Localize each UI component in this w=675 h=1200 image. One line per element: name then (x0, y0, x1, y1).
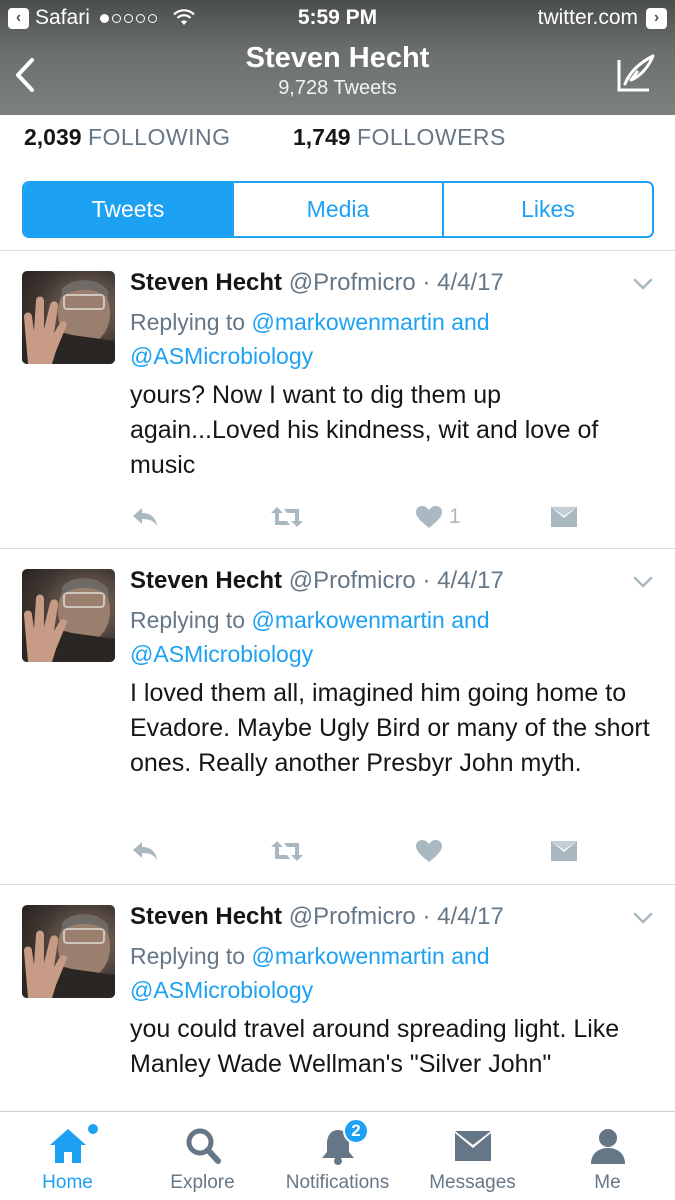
tweet-date: 4/4/17 (437, 567, 504, 594)
chevron-down-icon[interactable] (633, 277, 653, 291)
tabbar-home-label: Home (42, 1172, 93, 1193)
replying-to: Replying to @markowenmartin and @ASMicro… (130, 603, 650, 671)
tabbar-notifications-label: Notifications (285, 1172, 390, 1193)
replying-to: Replying to @markowenmartin and @ASMicro… (130, 939, 650, 1007)
like-button[interactable] (415, 835, 449, 867)
tabbar-explore[interactable]: Explore (135, 1112, 270, 1200)
tabbar-messages-label: Messages (429, 1172, 516, 1193)
mention-link[interactable]: @markowenmartin (251, 309, 444, 335)
heart-icon (416, 840, 442, 862)
retweet-icon (271, 507, 303, 527)
envelope-icon (551, 841, 577, 861)
tweet[interactable]: Steven Hecht @Profmicro · 4/4/17 Replyin… (0, 549, 675, 885)
avatar[interactable] (22, 569, 115, 662)
followers-count: 1,749 (293, 124, 351, 150)
tweet-header: Steven Hecht @Profmicro · 4/4/17 (130, 567, 504, 594)
tweet-date: 4/4/17 (437, 269, 504, 296)
tweet-date: 4/4/17 (437, 903, 504, 930)
replying-and[interactable]: and (445, 943, 489, 969)
status-bar: ‹ Safari 5:59 PM twitter.com › (0, 0, 675, 36)
tab-media[interactable]: Media (232, 183, 442, 236)
reply-button[interactable] (130, 501, 160, 533)
following-label: FOLLOWING (87, 124, 231, 150)
tweet-text: you could travel around spreading light.… (130, 1015, 620, 1078)
replying-prefix: Replying to (130, 943, 252, 969)
like-button[interactable]: 1 (415, 501, 461, 533)
avatar[interactable] (22, 271, 115, 364)
bottom-tab-bar: Home Explore 2 Notifications Messages Me (0, 1111, 675, 1200)
replying-and[interactable]: and (445, 309, 489, 335)
mention-link[interactable]: @markowenmartin (251, 943, 444, 969)
tweet-author-handle[interactable]: @Profmicro (289, 903, 416, 930)
home-icon (50, 1129, 86, 1163)
envelope-icon (455, 1131, 491, 1161)
tweet-author-name[interactable]: Steven Hecht (130, 567, 282, 594)
mention-link[interactable]: @markowenmartin (251, 607, 444, 633)
tabbar-explore-label: Explore (170, 1172, 235, 1193)
retweet-button[interactable] (270, 835, 304, 867)
tweet-text: yours? Now I want to dig them up again..… (130, 381, 599, 479)
profile-header: ‹ Safari 5:59 PM twitter.com › Steven He… (0, 0, 675, 115)
tabbar-me-label: Me (594, 1172, 621, 1193)
compose-tweet-icon[interactable] (615, 52, 657, 94)
envelope-icon (551, 507, 577, 527)
replying-prefix: Replying to (130, 309, 252, 335)
following-stat[interactable]: 2,039 FOLLOWING (24, 124, 230, 151)
tabbar-me[interactable]: Me (540, 1112, 675, 1200)
tweet-author-handle[interactable]: @Profmicro (289, 567, 416, 594)
tweet-count: 9,728 Tweets (278, 77, 397, 99)
avatar[interactable] (22, 905, 115, 998)
reply-icon (133, 842, 157, 860)
reply-button[interactable] (130, 835, 160, 867)
retweet-icon (271, 841, 303, 861)
mention-link[interactable]: @ASMicrobiology (130, 343, 313, 369)
notifications-badge: 2 (343, 1118, 369, 1144)
chevron-down-icon[interactable] (633, 575, 653, 589)
followers-label: FOLLOWERS (356, 124, 506, 150)
person-icon (591, 1129, 625, 1164)
profile-name: Steven Hecht (245, 42, 430, 74)
new-content-dot (88, 1124, 98, 1134)
heart-icon (416, 506, 442, 528)
tweet-actions (130, 835, 590, 867)
tweet[interactable]: Steven Hecht @Profmicro · 4/4/17 Replyin… (0, 885, 675, 1145)
retweet-button[interactable] (270, 501, 304, 533)
tweet-author-handle[interactable]: @Profmicro (289, 269, 416, 296)
tabbar-notifications[interactable]: 2 Notifications (270, 1112, 405, 1200)
tweet-header: Steven Hecht @Profmicro · 4/4/17 (130, 903, 504, 930)
like-count: 1 (449, 505, 461, 528)
tweet-text: I loved them all, imagined him going hom… (130, 679, 650, 777)
chevron-down-icon[interactable] (633, 911, 653, 925)
replying-prefix: Replying to (130, 607, 252, 633)
tab-tweets[interactable]: Tweets (24, 183, 232, 236)
profile-tabs: Tweets Media Likes (22, 181, 654, 238)
tweet[interactable]: Steven Hecht @Profmicro · 4/4/17 Replyin… (0, 251, 675, 549)
tweet-author-name[interactable]: Steven Hecht (130, 903, 282, 930)
tabbar-messages[interactable]: Messages (405, 1112, 540, 1200)
forward-app-icon[interactable]: › (646, 7, 667, 29)
tweet-header: Steven Hecht @Profmicro · 4/4/17 (130, 269, 504, 296)
status-right[interactable]: twitter.com › (538, 6, 667, 30)
replying-and[interactable]: and (445, 607, 489, 633)
direct-message-button[interactable] (550, 835, 578, 867)
mention-link[interactable]: @ASMicrobiology (130, 977, 313, 1003)
following-count: 2,039 (24, 124, 82, 150)
search-icon (186, 1128, 221, 1164)
direct-message-button[interactable] (550, 501, 578, 533)
tweet-actions: 1 (130, 501, 590, 533)
replying-to: Replying to @markowenmartin and @ASMicro… (130, 305, 650, 373)
profile-stats: 2,039 FOLLOWING 1,749 FOLLOWERS (0, 115, 675, 163)
followers-stat[interactable]: 1,749 FOLLOWERS (293, 124, 506, 151)
status-url[interactable]: twitter.com (538, 6, 638, 30)
mention-link[interactable]: @ASMicrobiology (130, 641, 313, 667)
tabbar-home[interactable]: Home (0, 1112, 135, 1200)
tab-likes[interactable]: Likes (442, 183, 652, 236)
tweet-author-name[interactable]: Steven Hecht (130, 269, 282, 296)
reply-icon (133, 508, 157, 526)
